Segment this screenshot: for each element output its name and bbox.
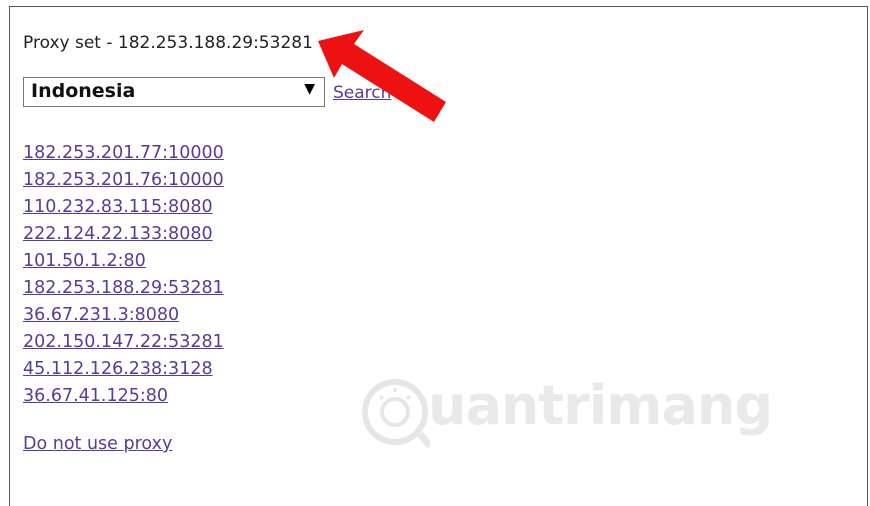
watermark-text: uantrimang	[428, 374, 773, 437]
proxy-list-item: 36.67.41.125:80	[23, 382, 224, 409]
proxy-link[interactable]: 45.112.126.238:3128	[23, 359, 213, 379]
proxy-link[interactable]: 36.67.231.3:8080	[23, 305, 179, 325]
proxy-list-item: 182.253.201.77:10000	[23, 139, 224, 166]
proxy-list: 182.253.201.77:10000 182.253.201.76:1000…	[23, 139, 224, 409]
proxy-status-text: Proxy set - 182.253.188.29:53281	[23, 33, 313, 53]
country-select[interactable]: Indonesia ▼	[23, 77, 325, 107]
proxy-list-item: 182.253.201.76:10000	[23, 166, 224, 193]
proxy-link[interactable]: 202.150.147.22:53281	[23, 332, 224, 352]
proxy-link[interactable]: 36.67.41.125:80	[23, 386, 168, 406]
proxy-link[interactable]: 182.253.188.29:53281	[23, 278, 224, 298]
lightbulb-icon	[362, 379, 433, 449]
proxy-link[interactable]: 101.50.1.2:80	[23, 251, 146, 271]
proxy-list-item: 202.150.147.22:53281	[23, 328, 224, 355]
proxy-link[interactable]: 222.124.22.133:8080	[23, 224, 213, 244]
proxy-list-item: 222.124.22.133:8080	[23, 220, 224, 247]
proxy-list-item: 36.67.231.3:8080	[23, 301, 224, 328]
watermark-logo: uantrimang	[360, 372, 773, 452]
proxy-list-item: 110.232.83.115:8080	[23, 193, 224, 220]
proxy-link[interactable]: 182.253.201.77:10000	[23, 143, 224, 163]
do-not-use-proxy-link[interactable]: Do not use proxy	[23, 434, 172, 454]
proxy-list-item: 45.112.126.238:3128	[23, 355, 224, 382]
red-arrow-annotation	[318, 30, 446, 122]
proxy-link[interactable]: 110.232.83.115:8080	[23, 197, 213, 217]
country-select-value: Indonesia	[31, 80, 136, 102]
proxy-link[interactable]: 182.253.201.76:10000	[23, 170, 224, 190]
proxy-list-item: 101.50.1.2:80	[23, 247, 224, 274]
proxy-list-item: 182.253.188.29:53281	[23, 274, 224, 301]
